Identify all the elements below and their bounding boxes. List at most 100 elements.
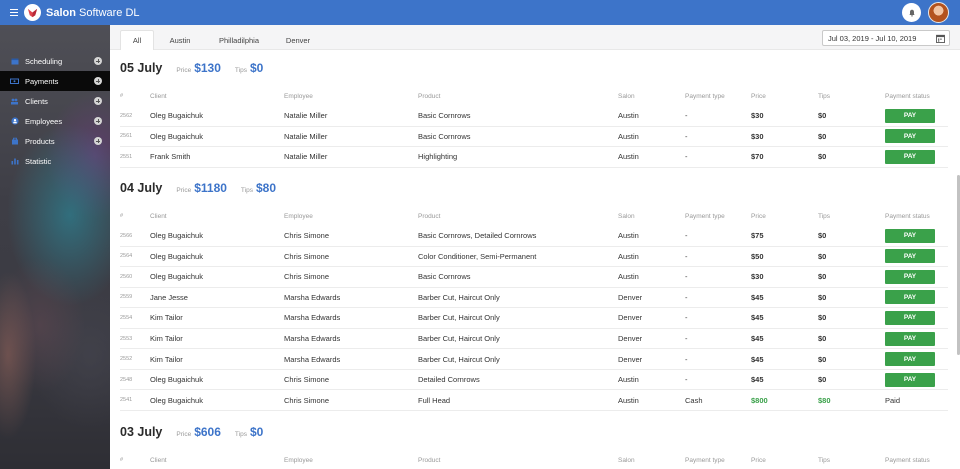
tips-total: $0 (249, 61, 264, 75)
cell-price: $30 (751, 111, 764, 121)
payment-status: PAY (885, 308, 935, 328)
sidebar-item-products[interactable]: Products (0, 131, 110, 151)
cell-price: $45 (751, 375, 764, 385)
cell-client: Kim Tailor (150, 334, 183, 343)
add-employee-icon[interactable] (94, 117, 102, 125)
tab-austin[interactable]: Austin (162, 30, 198, 50)
cell-tips: $0 (818, 354, 827, 364)
app-title: Salon Software DL (46, 6, 140, 19)
tab-all[interactable]: All (120, 30, 154, 50)
cell-id: 2560 (120, 273, 133, 280)
pay-button[interactable]: PAY (885, 108, 935, 123)
add-payment-icon[interactable] (94, 77, 102, 85)
table-row[interactable]: 2562 Oleg Bugaichuk Natalie Miller Basic Co… (120, 106, 948, 127)
pay-button[interactable]: PAY (885, 129, 935, 144)
table-row[interactable]: 2553 Kim Tailor Marsha Edwards Barber Cut, … (120, 329, 948, 350)
cell-id: 2559 (120, 294, 133, 301)
pay-button[interactable]: PAY (885, 331, 935, 346)
pay-button[interactable]: PAY (885, 352, 935, 367)
cell-employee: Natalie Miller (284, 111, 328, 121)
column-header-tips: Tips (818, 456, 831, 464)
cell-client: Oleg Bugaichuk (150, 231, 203, 241)
cell-product: Highlighting (418, 152, 458, 162)
cell-price: $70 (751, 152, 764, 162)
cell-client: Kim Tailor (150, 313, 183, 323)
pay-button[interactable]: PAY (885, 149, 935, 164)
table-row[interactable]: 2559 Jane Jesse Marsha Edwards Barber Cut, … (120, 288, 948, 309)
cell-payment-type: - (685, 231, 688, 241)
cell-price: $45 (751, 292, 764, 302)
cell-payment-type: - (685, 152, 688, 162)
tips-total-label: Tips (234, 67, 247, 74)
pay-button[interactable]: PAY (885, 269, 935, 284)
add-scheduling-icon[interactable] (94, 57, 102, 65)
cell-payment-type: - (685, 354, 688, 364)
cell-salon: Denver (618, 354, 643, 364)
clients-icon (10, 97, 19, 106)
calendar-icon (10, 57, 19, 66)
pay-button[interactable]: PAY (885, 249, 935, 264)
sidebar-item-payments[interactable]: Payments (0, 71, 110, 91)
pay-button[interactable]: PAY (885, 310, 935, 325)
column-header-payment-status: Payment status (885, 456, 930, 464)
add-product-icon[interactable] (94, 137, 102, 145)
cell-salon: Austin (618, 251, 639, 261)
cell-product: Basic Cornrows (418, 111, 471, 121)
pay-button[interactable]: PAY (885, 290, 935, 305)
tips-total-label: Tips (240, 187, 253, 194)
payment-status: PAY (885, 329, 935, 349)
tab-denver[interactable]: Denver (278, 30, 318, 50)
table-row[interactable]: 2548 Oleg Bugaichuk Chris Simone Detailed C… (120, 370, 948, 391)
tab-philladilphia[interactable]: Philladilphia (210, 30, 268, 50)
table-row[interactable]: 2566 Oleg Bugaichuk Chris Simone Basic Corn… (120, 226, 948, 247)
payment-status: PAY (885, 247, 935, 267)
add-client-icon[interactable] (94, 97, 102, 105)
table-row[interactable]: 2554 Kim Tailor Marsha Edwards Barber Cut, … (120, 308, 948, 329)
table-row[interactable]: 2560 Oleg Bugaichuk Chris Simone Basic Corn… (120, 267, 948, 288)
cell-product: Full Head (418, 395, 451, 405)
cell-client: Oleg Bugaichuk (150, 395, 203, 405)
column-header-price: Price (751, 212, 766, 220)
payment-status: PAY (885, 106, 935, 126)
cell-product: Barber Cut, Haircut Only (418, 354, 500, 364)
payment-status: PAY (885, 349, 935, 369)
day-title: 03 July (120, 425, 163, 439)
cell-id: 2552 (120, 356, 133, 363)
cell-employee: Chris Simone (284, 375, 330, 385)
cell-product: Detailed Cornrows (418, 375, 480, 385)
salon-tabs: All Austin Philladilphia Denver Jul 03, … (110, 25, 960, 50)
sidebar-item-statistic[interactable]: Statistic (0, 151, 110, 171)
cell-employee: Natalie Miller (284, 152, 328, 162)
table-row[interactable]: 2564 Oleg Bugaichuk Chris Simone Color Cond… (120, 247, 948, 268)
price-total-label: Price (176, 67, 192, 74)
date-range-picker[interactable]: Jul 03, 2019 - Jul 10, 2019 (822, 30, 950, 46)
cell-employee: Chris Simone (284, 231, 330, 241)
cell-tips: $0 (818, 152, 827, 162)
sidebar-item-clients[interactable]: Clients (0, 91, 110, 111)
column-header-client: Client (150, 212, 167, 220)
price-total-label: Price (176, 431, 192, 438)
sidebar-item-label: Employees (25, 116, 63, 126)
tips-total: $0 (249, 425, 264, 439)
table-row[interactable]: 2551 Frank Smith Natalie Miller Highlightin… (120, 147, 948, 168)
calendar-icon[interactable] (936, 34, 945, 45)
column-header-tips: Tips (818, 92, 831, 100)
sidebar-item-scheduling[interactable]: Scheduling (0, 51, 110, 71)
user-avatar[interactable] (928, 2, 949, 23)
pay-button[interactable]: PAY (885, 228, 935, 243)
payment-status: PAY (885, 127, 935, 147)
cell-client: Oleg Bugaichuk (150, 375, 203, 385)
cell-id: 2541 (120, 397, 133, 404)
menu-icon[interactable] (10, 8, 18, 17)
cell-employee: Natalie Miller (284, 131, 328, 141)
table-row[interactable]: 2552 Kim Tailor Marsha Edwards Barber Cut, … (120, 349, 948, 370)
notification-bell-icon[interactable] (902, 3, 921, 22)
cell-salon: Austin (618, 111, 639, 121)
pay-button[interactable]: PAY (885, 372, 935, 387)
sidebar-item-employees[interactable]: Employees (0, 111, 110, 131)
cell-salon: Austin (618, 231, 639, 241)
cell-client: Oleg Bugaichuk (150, 272, 203, 282)
table-row[interactable]: 2541 Oleg Bugaichuk Chris Simone Full Head A… (120, 390, 948, 411)
column-header-id: # (120, 457, 124, 463)
table-row[interactable]: 2561 Oleg Bugaichuk Natalie Miller Basic Co… (120, 127, 948, 148)
